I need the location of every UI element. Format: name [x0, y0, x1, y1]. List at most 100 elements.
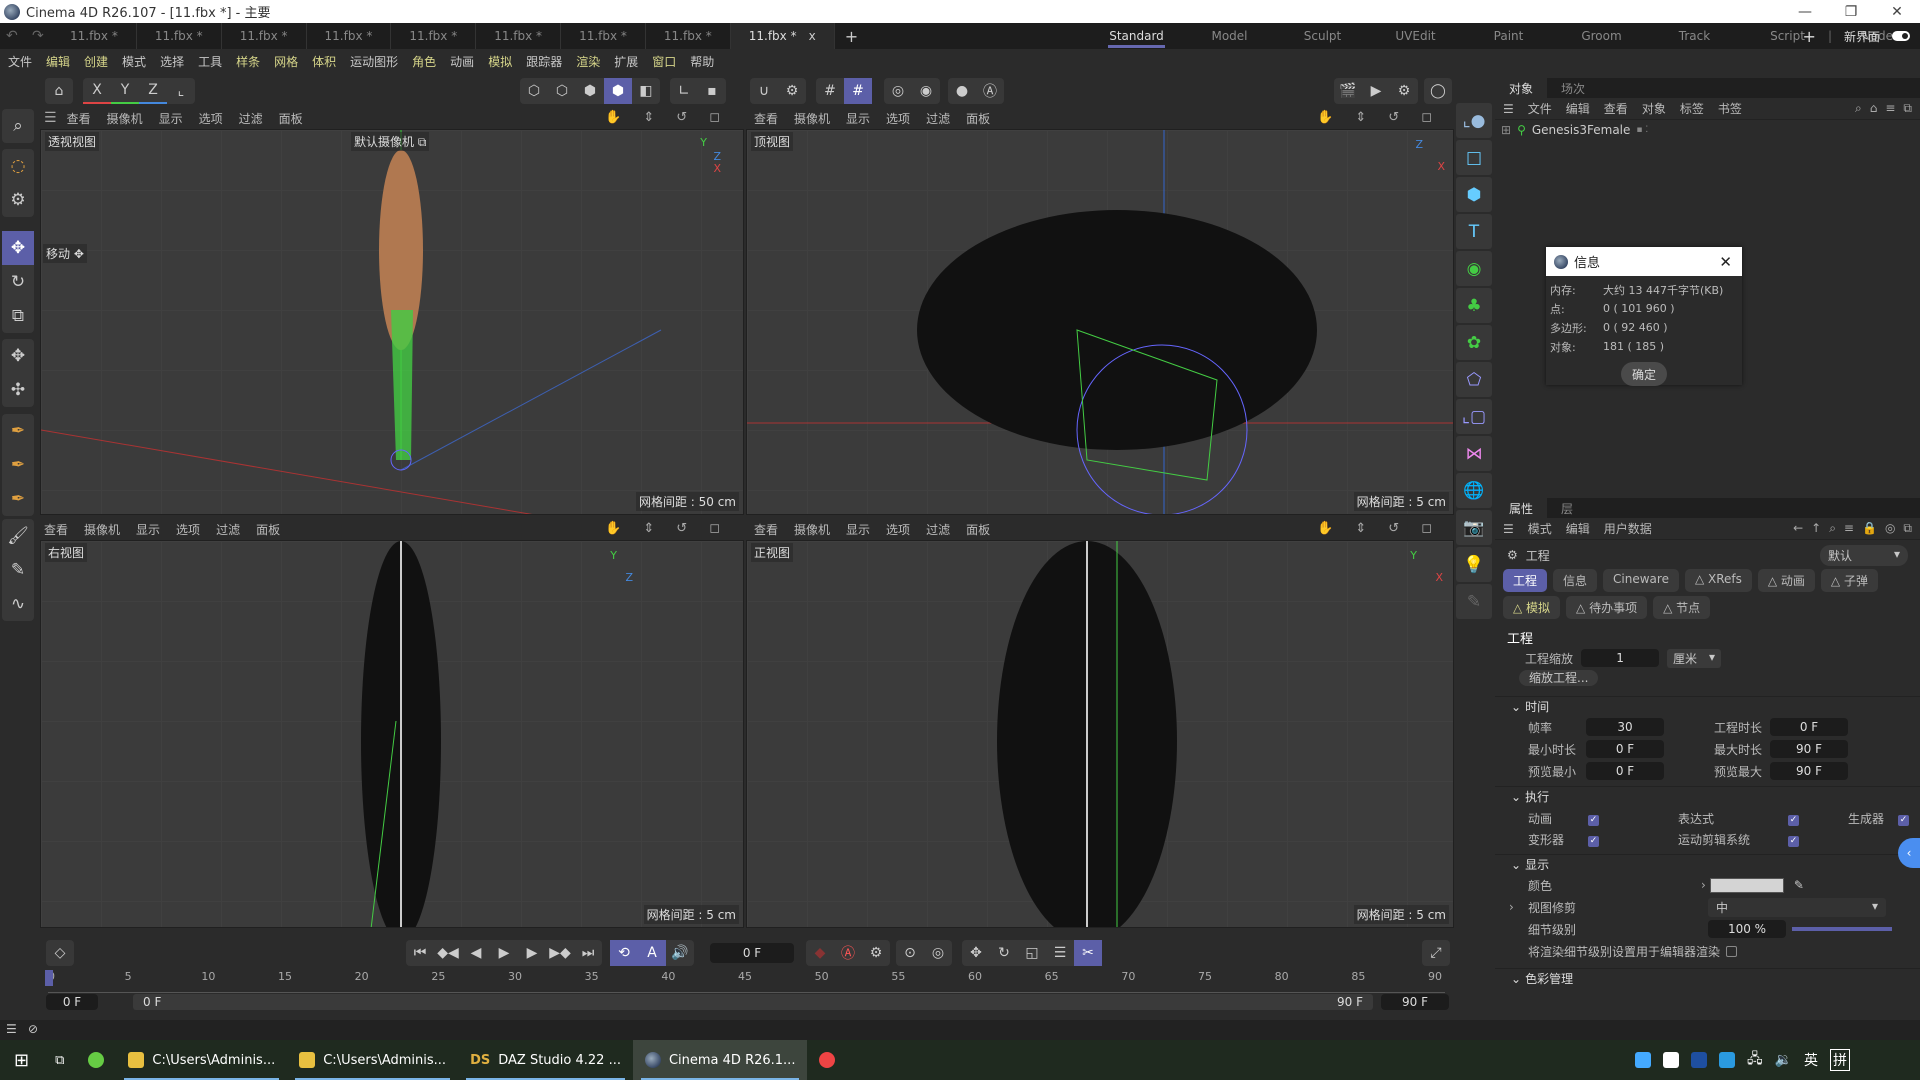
layout-paint[interactable]: Paint — [1462, 23, 1555, 49]
current-frame-input[interactable]: 0 F — [710, 943, 794, 963]
menu-item[interactable]: 样条 — [236, 53, 260, 70]
attribute-tab[interactable]: △ 模拟 — [1503, 596, 1561, 619]
pan-icon[interactable]: ✋ — [605, 521, 621, 536]
rotate-tool-icon[interactable]: ↻ — [2, 265, 34, 299]
close-button[interactable]: ✕ — [1874, 0, 1920, 23]
start-frame-input[interactable]: 0 F — [46, 994, 98, 1010]
front-viewport[interactable]: 正视图 Y X 网格间距 : 5 cm — [746, 540, 1454, 928]
menu-item[interactable]: 跟踪器 — [526, 53, 562, 70]
vp-menu-panel[interactable]: 面板 — [279, 110, 303, 127]
layout-groom[interactable]: Groom — [1555, 23, 1648, 49]
autokey-icon[interactable]: Ⓐ — [834, 940, 862, 966]
vp-menu-options[interactable]: 选项 — [176, 521, 200, 538]
eyedropper-icon[interactable]: ✎ — [1794, 878, 1804, 892]
texture-mode-icon[interactable]: ◧ — [632, 78, 660, 104]
next-key-icon[interactable]: ▶◆ — [546, 940, 574, 966]
cloner-icon[interactable]: ♣ — [1456, 288, 1492, 323]
vp-menu-camera[interactable]: 摄像机 — [107, 110, 143, 127]
key-param-icon[interactable]: ☰ — [1046, 940, 1074, 966]
layout-track[interactable]: Track — [1648, 23, 1741, 49]
new-window-icon[interactable]: ⧉ — [1903, 521, 1912, 536]
key-position-icon[interactable]: ⊙ — [896, 940, 924, 966]
close-tab-icon[interactable]: x — [809, 29, 816, 43]
start-button[interactable]: ⊞ — [0, 1040, 43, 1080]
vp-menu-panel[interactable]: 面板 — [966, 521, 990, 538]
vp-menu-view[interactable]: 查看 — [44, 521, 68, 538]
render-lod-checkbox[interactable] — [1726, 945, 1738, 957]
taskbar-item-active[interactable]: Cinema 4D R26.1... — [632, 1040, 808, 1080]
viewport-solo-icon[interactable]: ● — [948, 78, 976, 104]
maximize-icon[interactable]: ◻ — [709, 521, 720, 536]
add-layout-icon[interactable]: + — [1803, 27, 1816, 46]
perspective-viewport[interactable]: 透视视图 默认摄像机 ⧉ 移动 ✥ Y Z X 网格间距 : 50 cm — [40, 129, 744, 515]
doc-tab[interactable]: 11.fbx * — [52, 23, 137, 49]
scale-project-button[interactable]: 缩放工程... — [1519, 670, 1599, 686]
home-icon[interactable]: ⌂ — [1870, 101, 1878, 116]
project-length-input[interactable]: 0 F — [1770, 718, 1848, 736]
new-window-icon[interactable]: ⧉ — [1903, 101, 1912, 116]
play-icon[interactable]: ▶ — [490, 940, 518, 966]
vp-menu-options[interactable]: 选项 — [886, 110, 910, 127]
vp-menu-display[interactable]: 显示 — [159, 110, 183, 127]
vp-menu-display[interactable]: 显示 — [846, 110, 870, 127]
loop-icon[interactable]: ⟲ — [610, 940, 638, 966]
doc-tab[interactable]: 11.fbx * — [137, 23, 222, 49]
preview-max-input[interactable]: 90 F — [1770, 762, 1848, 780]
min-time-input[interactable]: 0 F — [1586, 740, 1664, 758]
am-menu-mode[interactable]: 模式 — [1528, 520, 1552, 537]
ime-language[interactable]: 英 — [1804, 1050, 1818, 1070]
layout-uvedit[interactable]: UVEdit — [1369, 23, 1462, 49]
expand-icon[interactable]: › — [1701, 878, 1706, 892]
vp-menu-view[interactable]: 查看 — [754, 110, 778, 127]
motion-system-checkbox[interactable]: ✓ — [1788, 835, 1799, 847]
vp-menu-view[interactable]: 查看 — [67, 110, 91, 127]
grid-lock-icon[interactable]: # — [844, 78, 872, 104]
menu-item[interactable]: 网格 — [274, 53, 298, 70]
taskbar-item[interactable]: C:\Users\Adminis... — [116, 1040, 287, 1080]
null-object-icon[interactable]: ⌞● — [1456, 103, 1492, 138]
attribute-tab[interactable]: Cineware — [1603, 569, 1679, 592]
tab-layers[interactable]: 层 — [1547, 498, 1587, 518]
doc-tab[interactable]: 11.fbx * — [391, 23, 477, 49]
up-arrow-icon[interactable]: ↑ — [1811, 521, 1821, 536]
animation-checkbox[interactable]: ✓ — [1588, 814, 1599, 826]
camera-icon[interactable]: 📷 — [1456, 510, 1492, 545]
key-rotate-icon[interactable]: ↻ — [990, 940, 1018, 966]
visibility-icon[interactable]: ▪ ⁚ — [1636, 125, 1648, 135]
am-menu-userdata[interactable]: 用户数据 — [1604, 520, 1652, 537]
attribute-tab[interactable]: △ 节点 — [1653, 596, 1711, 619]
environment-icon[interactable]: 🌐 — [1456, 473, 1492, 508]
preset-dropdown[interactable]: 默认 ▾ — [1820, 544, 1908, 566]
right-viewport[interactable]: 右视图 Y Z 网格间距 : 5 cm — [40, 540, 744, 928]
vp-menu-panel[interactable]: 面板 — [966, 110, 990, 127]
effector-icon[interactable]: ✿ — [1456, 325, 1492, 360]
maximize-icon[interactable]: ◻ — [1421, 521, 1432, 536]
pan-icon[interactable]: ✋ — [1317, 521, 1333, 536]
vp-menu-options[interactable]: 选项 — [886, 521, 910, 538]
top-viewport[interactable]: 顶视图 Z X 网格间距 : 5 cm — [746, 129, 1454, 515]
om-menu-tags[interactable]: 标签 — [1680, 100, 1704, 117]
doc-tab[interactable]: 11.fbx * — [222, 23, 307, 49]
am-menu-edit[interactable]: 编辑 — [1566, 520, 1590, 537]
edges-mode-icon[interactable]: ⬡ — [548, 78, 576, 104]
move-child-icon[interactable]: ✥ — [2, 339, 34, 373]
time-ruler[interactable]: 051015202530354045505560657075808590 — [45, 970, 1445, 994]
attribute-tab[interactable]: △ XRefs — [1684, 569, 1752, 592]
scene-nodes-icon[interactable]: ⋈ — [1456, 436, 1492, 471]
soft-selection-icon[interactable]: ◎ — [884, 78, 912, 104]
search-icon[interactable]: ⌕ — [1829, 521, 1836, 536]
time-section-header[interactable]: ⌄ 时间 — [1495, 696, 1920, 716]
brush-icon[interactable]: 🖌 — [2, 519, 34, 553]
back-arrow-icon[interactable]: ← — [1793, 521, 1803, 536]
redshift-icon[interactable]: ◯ — [1424, 78, 1452, 104]
keyframe-icon[interactable]: ◇ — [46, 940, 74, 966]
knife-icon[interactable]: ✎ — [2, 553, 34, 587]
lod-input[interactable]: 100 % — [1708, 920, 1786, 938]
taskbar-item[interactable]: C:\Users\Adminis... — [287, 1040, 458, 1080]
ime-mode[interactable]: 拼 — [1830, 1049, 1850, 1071]
vp-menu-filter[interactable]: 过滤 — [239, 110, 263, 127]
go-to-start-icon[interactable]: ⏮ — [406, 940, 434, 966]
spline-rectangle-icon[interactable]: □ — [1456, 140, 1492, 175]
menu-item[interactable]: 模拟 — [488, 53, 512, 70]
move-tool-icon[interactable]: ✥ — [2, 231, 34, 265]
